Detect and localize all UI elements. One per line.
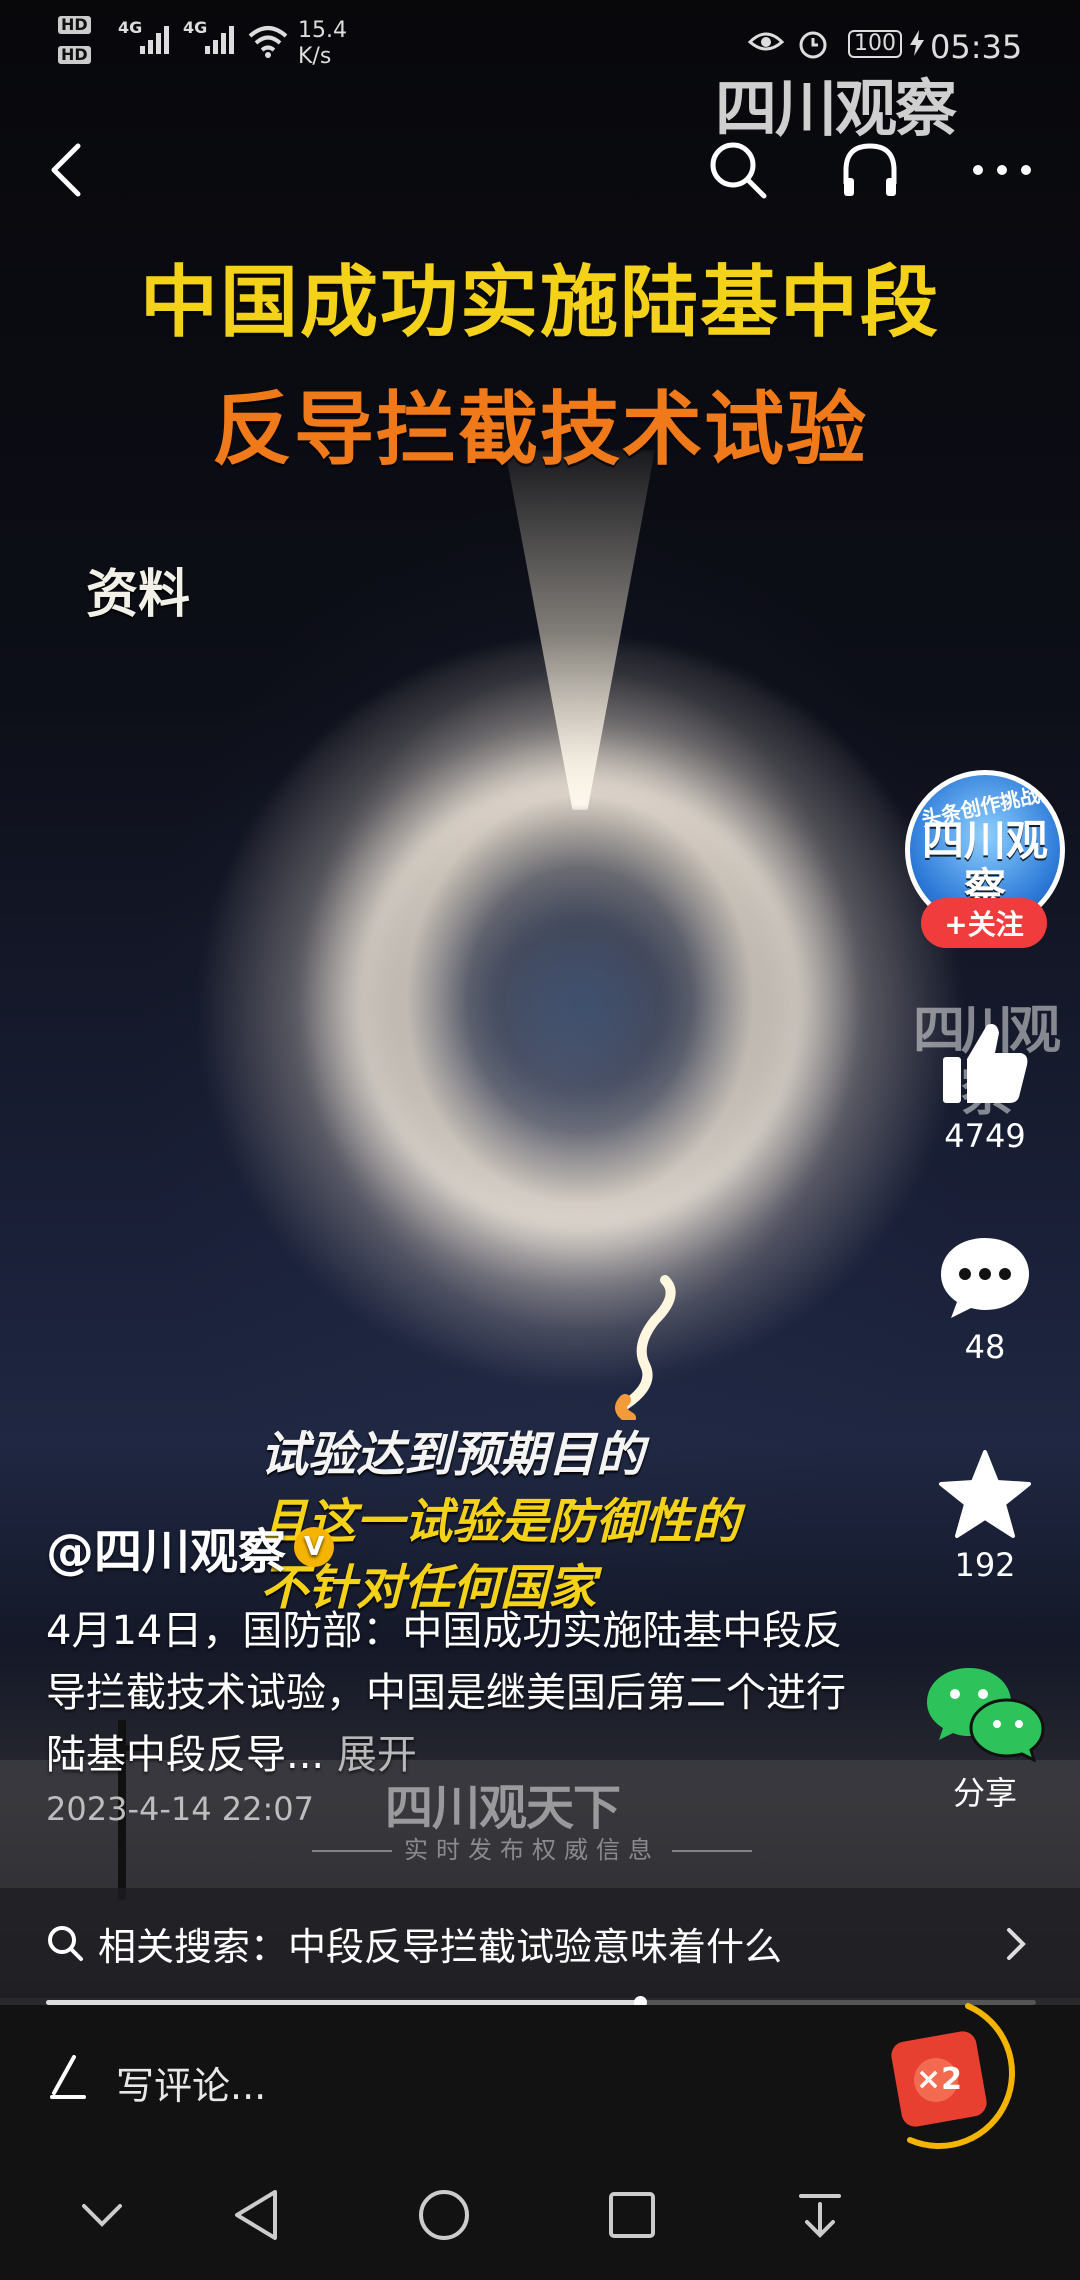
hd-badge-1: HD xyxy=(58,16,91,34)
system-nav-bar xyxy=(0,2150,1080,2280)
nav-back-button[interactable] xyxy=(216,2175,296,2255)
post-date: 2023-4-14 22:07 xyxy=(46,1790,314,1828)
chevron-left-icon xyxy=(51,143,81,197)
watermark-bottom-subtitle: 实时发布权威信息 xyxy=(300,1830,764,1865)
network-type-2: 4G xyxy=(183,18,208,37)
search-icon xyxy=(710,142,767,199)
video-tag: 资料 xyxy=(86,565,191,625)
author-handle[interactable]: @四川观察 xyxy=(46,1512,286,1582)
search-icon xyxy=(48,1926,83,1961)
charging-icon xyxy=(910,30,924,56)
like-count: 4749 xyxy=(944,1117,1026,1155)
red-packet-multiplier: ×2 xyxy=(916,2062,963,2097)
network-type-1: 4G xyxy=(118,18,143,37)
favorite-button[interactable]: 192 xyxy=(920,1448,1050,1584)
thumbs-up-icon xyxy=(943,1024,1028,1103)
back-button[interactable] xyxy=(26,130,106,210)
expand-link[interactable]: 展开 xyxy=(337,1732,417,1778)
verified-badge: V xyxy=(294,1527,335,1567)
network-speed-unit: K/s xyxy=(298,44,332,69)
related-search-text: 相关搜索：中段反导拦截试验意味着什么 xyxy=(98,1924,783,1969)
comment-button[interactable]: 48 xyxy=(920,1232,1050,1366)
chevron-down-icon xyxy=(82,2204,122,2227)
battery-level: 100 xyxy=(848,30,902,58)
eye-comfort-icon xyxy=(748,32,784,51)
triangle-back-icon xyxy=(235,2190,277,2240)
circle-home-icon xyxy=(419,2190,469,2240)
hd-badge-2: HD xyxy=(58,46,91,64)
video-headline-line2: 反导拦截技术试验 xyxy=(212,383,868,476)
comment-count: 48 xyxy=(964,1328,1006,1366)
video-caption-line1: 试验达到预期目的 xyxy=(260,1427,645,1483)
video-headline-line1: 中国成功实施陆基中段 xyxy=(139,258,940,348)
search-button[interactable] xyxy=(698,130,778,210)
clock: 05:35 xyxy=(930,28,1023,66)
wechat-icon xyxy=(927,1668,1045,1762)
launch-trail xyxy=(615,1275,676,1420)
comment-bubble-icon xyxy=(941,1238,1029,1318)
share-button[interactable]: 分享 xyxy=(920,1662,1050,1814)
follow-button[interactable]: +关注 xyxy=(921,898,1047,948)
like-button[interactable]: 4749 xyxy=(920,1015,1050,1155)
alarm-icon xyxy=(799,31,827,59)
square-recents-icon xyxy=(609,2192,655,2238)
pull-down-icon xyxy=(799,2194,841,2238)
red-packet-button[interactable]: ×2 xyxy=(880,2000,1020,2150)
chevron-right-icon xyxy=(1007,1928,1026,1960)
listen-button[interactable] xyxy=(830,130,910,210)
hd-indicator: HD HD xyxy=(58,16,91,76)
description-text: 4月14日，国防部：中国成功实施陆基中段反导拦截技术试验，中国是继美国后第二个进… xyxy=(46,1608,846,1778)
nav-notification-button[interactable] xyxy=(780,2175,860,2255)
more-dots-icon xyxy=(973,165,1031,175)
status-bar: HD HD 4G 4G 15.4 K/s 100 05:35 xyxy=(0,0,1080,80)
share-label: 分享 xyxy=(952,1774,1017,1812)
favorite-count: 192 xyxy=(954,1546,1016,1584)
network-speed: 15.4 K/s xyxy=(298,18,347,70)
author-name[interactable]: @四川观察 V xyxy=(46,1512,335,1582)
signal-icon-1 xyxy=(140,26,169,54)
star-icon xyxy=(939,1450,1031,1538)
comment-input[interactable]: 写评论... xyxy=(116,2055,266,2110)
nav-recents-button[interactable] xyxy=(592,2175,672,2255)
network-speed-value: 15.4 xyxy=(298,18,347,43)
related-search-bar[interactable]: 相关搜索：中段反导拦截试验意味着什么 xyxy=(0,1888,1080,1998)
wifi-icon xyxy=(248,26,288,58)
headphones-icon xyxy=(843,143,897,196)
hide-nav-button[interactable] xyxy=(62,2175,142,2255)
post-description[interactable]: 4月14日，国防部：中国成功实施陆基中段反导拦截技术试验，中国是继美国后第二个进… xyxy=(46,1600,866,1786)
nav-home-button[interactable] xyxy=(404,2175,484,2255)
pen-icon xyxy=(50,2055,86,2099)
more-button[interactable] xyxy=(962,130,1042,210)
signal-icon-2 xyxy=(205,26,234,54)
